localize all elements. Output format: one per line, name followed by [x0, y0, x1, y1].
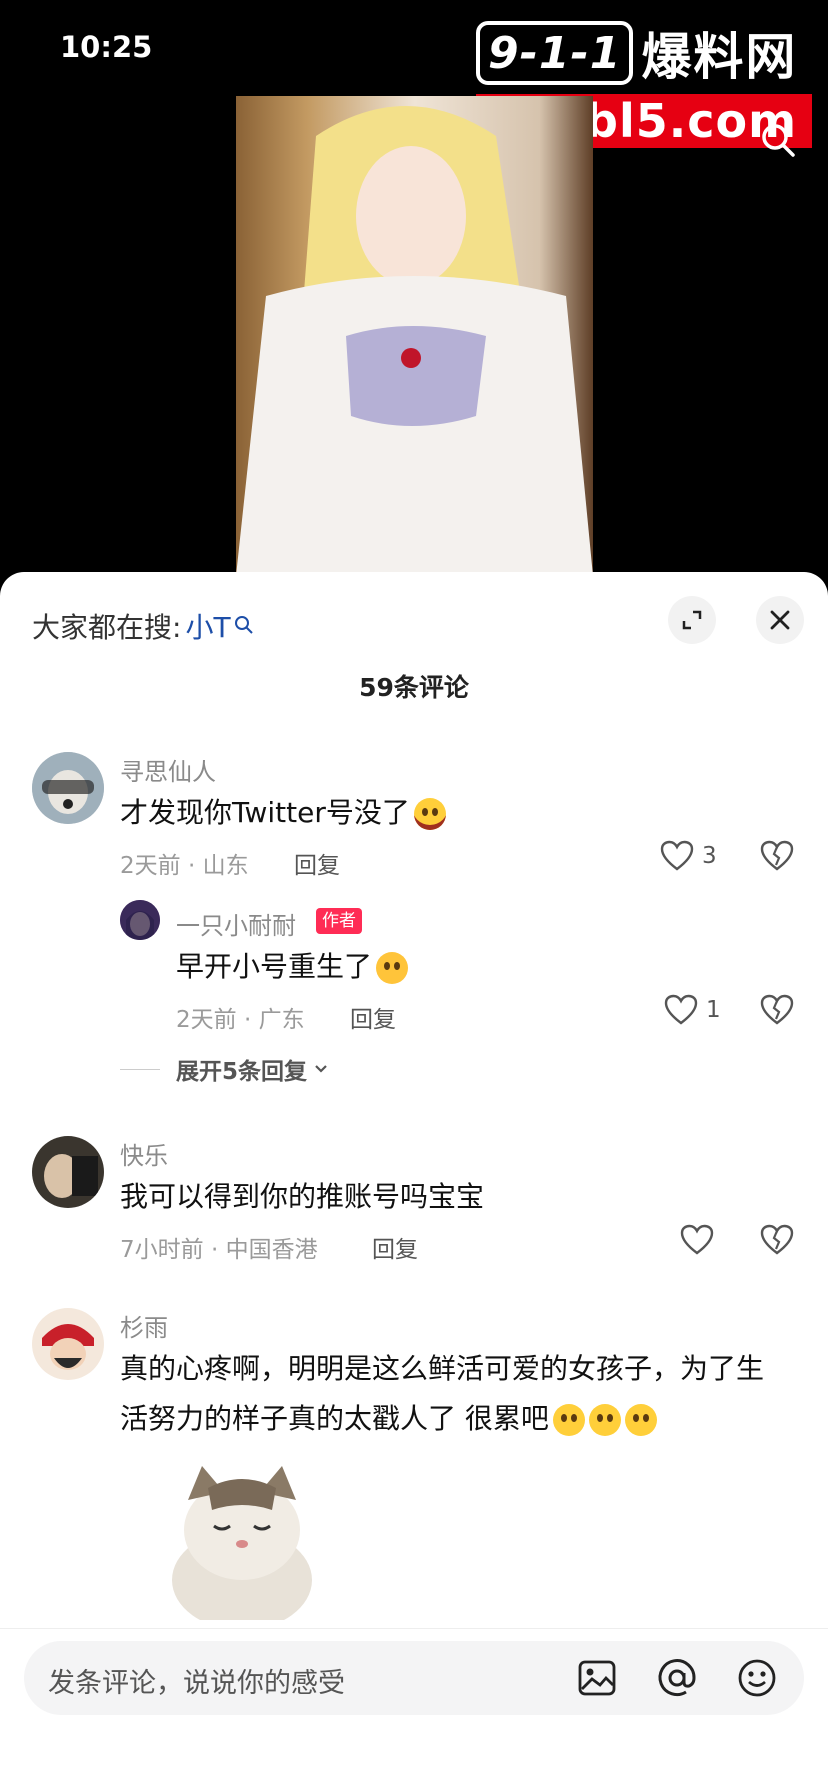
comment-username[interactable]: 寻思仙人: [120, 752, 216, 787]
laughing-emoji: [413, 798, 446, 830]
at-icon[interactable]: [656, 1657, 698, 1699]
fullscreen-button[interactable]: [668, 596, 716, 644]
reply-username[interactable]: 一只小耐耐: [176, 906, 296, 941]
chevron-down-icon: [315, 1065, 327, 1073]
like-button[interactable]: 1: [664, 994, 721, 1026]
reply-button[interactable]: 回复: [372, 1230, 418, 1264]
close-button[interactable]: [756, 596, 804, 644]
reply-meta: 2天前 · 广东: [176, 1007, 305, 1033]
trending-keyword[interactable]: 小T: [185, 606, 230, 646]
broken-heart-icon[interactable]: [760, 840, 794, 872]
search-icon[interactable]: [758, 120, 798, 160]
reply-button[interactable]: 回复: [350, 1000, 396, 1034]
divider: [120, 1068, 160, 1070]
reply-text[interactable]: 早开小号重生了: [176, 942, 409, 992]
comment-text[interactable]: 才发现你Twitter号没了: [120, 788, 446, 838]
reply-text-content: 早开小号重生了: [176, 950, 373, 983]
comment-meta: 7小时前 · 中国香港: [120, 1237, 318, 1263]
video-frame[interactable]: [236, 96, 593, 576]
dog-avatar-image: [32, 752, 104, 824]
like-count: 3: [702, 843, 717, 869]
comment-text[interactable]: 我可以得到你的推账号吗宝宝: [120, 1172, 484, 1222]
cosplay-photo: [236, 96, 593, 576]
comment-text-content: 才发现你Twitter号没了: [120, 796, 410, 829]
trending-search[interactable]: 大家都在搜: 小T: [32, 606, 255, 646]
cat-sticker-image[interactable]: [162, 1460, 322, 1620]
comment-meta: 2天前 · 山东: [120, 853, 249, 879]
expand-replies-button[interactable]: 展开5条回复: [120, 1052, 331, 1086]
comment-input-placeholder: 发条评论，说说你的感受: [48, 1668, 345, 1699]
comment-username[interactable]: 杉雨: [120, 1308, 168, 1343]
emoji-icon[interactable]: [736, 1657, 778, 1699]
status-time: 10:25: [60, 30, 153, 64]
heart-icon: [680, 1224, 714, 1255]
cartoon-avatar-image: [32, 1308, 104, 1380]
author-badge: 作者: [316, 908, 362, 934]
smiling-emoji: [376, 952, 409, 984]
heart-icon: [664, 994, 698, 1025]
expand-icon: [682, 610, 702, 630]
broken-heart-icon[interactable]: [760, 1224, 794, 1256]
search-icon: [234, 616, 253, 634]
avatar[interactable]: [120, 900, 160, 940]
comment-text-content: 活努力的样子真的太戳人了 很累吧: [120, 1402, 549, 1435]
comment-text[interactable]: 真的心疼啊，明明是这么鲜活可爱的女孩子，为了生 活努力的样子真的太戳人了 很累吧: [120, 1344, 810, 1444]
like-count: 1: [706, 997, 721, 1023]
comment-sheet: 大家都在搜: 小T 59条评论 寻思仙人 才发现你Twitter号没了 2天前 …: [0, 572, 828, 1792]
comment-username[interactable]: 快乐: [120, 1136, 168, 1171]
avatar[interactable]: [32, 1308, 104, 1380]
comment-input-bar: 发条评论，说说你的感受: [0, 1628, 828, 1792]
image-icon[interactable]: [576, 1657, 618, 1699]
expand-replies-label: 展开5条回复: [176, 1059, 308, 1085]
person-avatar-image: [32, 1136, 104, 1208]
pleading-emoji: [552, 1404, 585, 1436]
pleading-emoji: [588, 1404, 621, 1436]
avatar[interactable]: [32, 1136, 104, 1208]
close-icon: [770, 610, 790, 630]
comment-text-line: 真的心疼啊，明明是这么鲜活可爱的女孩子，为了生: [120, 1352, 765, 1385]
like-button[interactable]: 3: [660, 840, 717, 872]
trending-prefix: 大家都在搜:: [32, 611, 182, 644]
broken-heart-icon[interactable]: [760, 994, 794, 1026]
anime-avatar-image: [120, 900, 160, 940]
watermark-badge: 9-1-1: [476, 21, 634, 85]
heart-icon: [660, 840, 694, 871]
reply-button[interactable]: 回复: [294, 846, 340, 880]
comment-count: 59条评论: [359, 673, 469, 702]
comment-input[interactable]: 发条评论，说说你的感受: [24, 1641, 804, 1715]
watermark-word: 爆料网: [641, 28, 798, 86]
pleading-emoji: [624, 1404, 657, 1436]
like-button[interactable]: [680, 1224, 714, 1256]
comment-text-line: 活努力的样子真的太戳人了 很累吧: [120, 1394, 810, 1444]
avatar[interactable]: [32, 752, 104, 824]
